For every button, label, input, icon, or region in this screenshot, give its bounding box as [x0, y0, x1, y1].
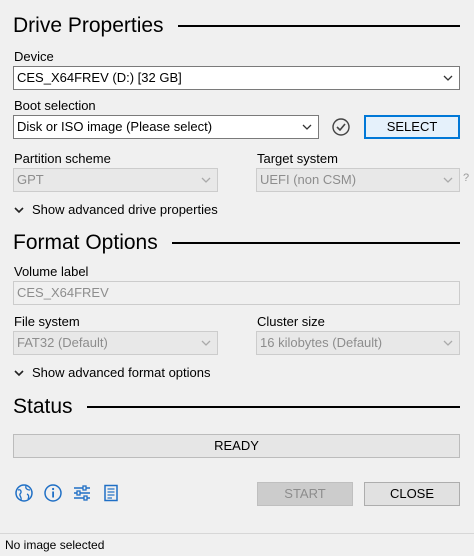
- device-dropdown[interactable]: CES_X64FREV (D:) [32 GB]: [13, 66, 460, 90]
- status-bar: No image selected: [0, 533, 474, 555]
- status-title: Status: [13, 395, 73, 418]
- chevron-down-icon: [201, 340, 211, 346]
- check-circle-icon[interactable]: [331, 117, 351, 137]
- chevron-down-icon: [14, 369, 24, 376]
- select-button[interactable]: SELECT: [364, 115, 460, 139]
- globe-icon[interactable]: [14, 483, 34, 503]
- format-options-header: Format Options: [13, 231, 460, 255]
- format-options-title: Format Options: [13, 231, 158, 254]
- advanced-format-label: Show advanced format options: [32, 365, 211, 380]
- chevron-down-icon: [443, 177, 453, 183]
- boot-selection-label: Boot selection: [14, 98, 96, 113]
- start-button[interactable]: START: [257, 482, 353, 506]
- drive-properties-header: Drive Properties: [13, 14, 460, 38]
- chevron-down-icon: [302, 124, 312, 130]
- chevron-down-icon: [443, 340, 453, 346]
- chevron-down-icon: [201, 177, 211, 183]
- status-bar-text: No image selected: [5, 538, 105, 552]
- advanced-drive-label: Show advanced drive properties: [32, 202, 218, 217]
- drive-properties-title: Drive Properties: [13, 14, 164, 37]
- volume-label-input[interactable]: CES_X64FREV: [13, 281, 460, 305]
- show-advanced-drive-toggle[interactable]: Show advanced drive properties: [14, 202, 218, 217]
- section-divider: [86, 406, 460, 408]
- boot-selection-value: Disk or ISO image (Please select): [17, 119, 213, 134]
- cluster-size-dropdown[interactable]: 16 kilobytes (Default): [256, 331, 460, 355]
- target-system-value: UEFI (non CSM): [260, 172, 357, 187]
- info-icon[interactable]: [43, 483, 63, 503]
- target-system-help[interactable]: ?: [463, 172, 469, 184]
- status-header: Status: [13, 395, 460, 419]
- cluster-size-label: Cluster size: [257, 314, 325, 329]
- partition-scheme-dropdown[interactable]: GPT: [13, 168, 218, 192]
- file-system-dropdown[interactable]: FAT32 (Default): [13, 331, 218, 355]
- file-system-value: FAT32 (Default): [17, 335, 108, 350]
- chevron-down-icon: [14, 206, 24, 213]
- section-divider: [171, 242, 460, 244]
- close-button[interactable]: CLOSE: [364, 482, 460, 506]
- section-divider: [177, 25, 460, 27]
- target-system-label: Target system: [257, 151, 338, 166]
- device-value: CES_X64FREV (D:) [32 GB]: [17, 70, 182, 85]
- settings-sliders-icon[interactable]: [72, 483, 92, 503]
- device-label: Device: [14, 49, 54, 64]
- show-advanced-format-toggle[interactable]: Show advanced format options: [14, 365, 211, 380]
- log-icon[interactable]: [101, 483, 121, 503]
- cluster-size-value: 16 kilobytes (Default): [260, 335, 383, 350]
- chevron-down-icon: [443, 75, 453, 81]
- status-progress-bar: READY: [13, 434, 460, 458]
- status-progress-text: READY: [214, 438, 259, 453]
- partition-scheme-label: Partition scheme: [14, 151, 111, 166]
- boot-selection-dropdown[interactable]: Disk or ISO image (Please select): [13, 115, 319, 139]
- partition-scheme-value: GPT: [17, 172, 44, 187]
- volume-label-label: Volume label: [14, 264, 89, 279]
- file-system-label: File system: [14, 314, 80, 329]
- target-system-dropdown[interactable]: UEFI (non CSM): [256, 168, 460, 192]
